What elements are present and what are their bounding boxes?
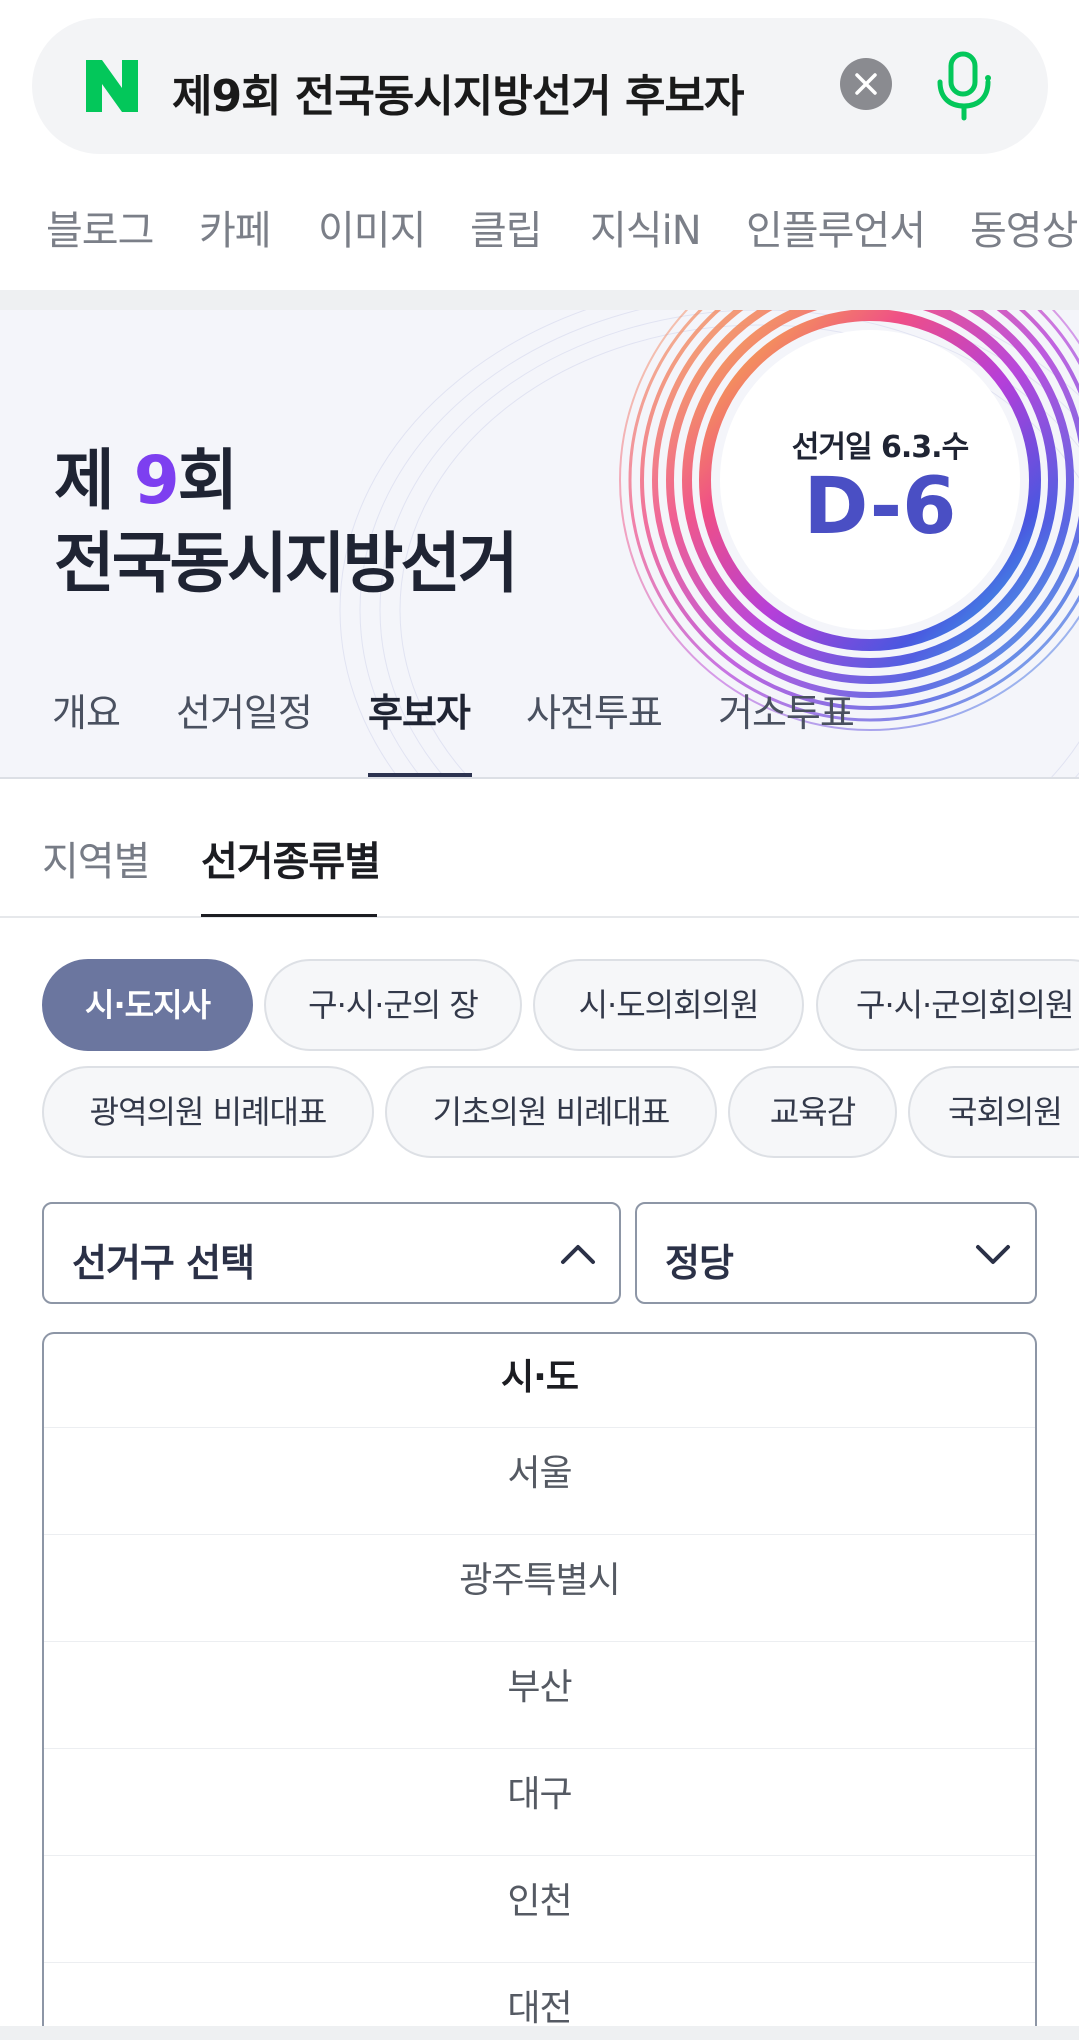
chip-superintendent[interactable]: 교육감 <box>728 1066 897 1158</box>
banner-title-suffix: 회 <box>177 442 239 519</box>
tab-candidates[interactable]: 후보자 <box>368 682 471 737</box>
dropdown-option-seoul[interactable]: 서울 <box>44 1428 1035 1535</box>
microphone-icon[interactable] <box>932 48 996 124</box>
tab-blog[interactable]: 블로그 <box>46 198 154 256</box>
dropdown-option-gwangju[interactable]: 광주특별시 <box>44 1535 1035 1642</box>
banner-divider <box>0 777 1079 779</box>
chip-provincial-council[interactable]: 시·도의회의원 <box>533 959 804 1051</box>
tab-video[interactable]: 동영상 <box>970 198 1078 256</box>
banner-title-line1: 제 9회 <box>54 427 239 523</box>
naver-logo-icon[interactable] <box>84 58 140 114</box>
chip-governor[interactable]: 시·도지사 <box>42 959 253 1051</box>
search-query[interactable]: 제9회 전국동시지방선거 후보자 <box>172 60 744 124</box>
dropdown-option-busan[interactable]: 부산 <box>44 1642 1035 1749</box>
chevron-up-icon <box>561 1245 595 1264</box>
subtab-by-region[interactable]: 지역별 <box>42 829 150 887</box>
banner-tabs: 개요 선거일정 후보자 사전투표 거소투표 <box>0 650 1079 777</box>
bottom-edge <box>0 2026 1079 2040</box>
category-tabs: 블로그 카페 이미지 클립 지식iN 인플루언서 동영상 <box>0 198 1079 258</box>
subtab-by-election-type[interactable]: 선거종류별 <box>201 829 381 887</box>
close-icon <box>855 73 877 95</box>
election-day-label: 선거일 6.3.수 <box>791 430 969 465</box>
active-subtab-indicator <box>201 914 377 917</box>
tab-influencer[interactable]: 인플루언서 <box>746 198 926 256</box>
tab-clip[interactable]: 클립 <box>470 198 543 256</box>
subtab-divider <box>0 916 1079 918</box>
district-select[interactable]: 선거구 선택 <box>42 1202 621 1304</box>
chip-local-proportional[interactable]: 기초의원 비례대표 <box>385 1066 717 1158</box>
party-select[interactable]: 정당 <box>635 1202 1037 1304</box>
dropdown-option-daegu[interactable]: 대구 <box>44 1749 1035 1856</box>
tab-overview[interactable]: 개요 <box>52 682 121 737</box>
dday-counter: D-6 <box>803 462 957 552</box>
dropdown-option-incheon[interactable]: 인천 <box>44 1856 1035 1963</box>
dropdown-header: 시·도 <box>44 1334 1035 1428</box>
party-select-label: 정당 <box>665 1241 734 1285</box>
chip-provincial-proportional[interactable]: 광역의원 비례대표 <box>42 1066 374 1158</box>
search-bar[interactable]: 제9회 전국동시지방선거 후보자 <box>32 18 1048 154</box>
district-select-label: 선거구 선택 <box>72 1241 255 1285</box>
chip-local-council[interactable]: 구·시·군의회의원 <box>816 959 1079 1051</box>
banner-title-line2: 전국동시지방선거 <box>54 525 519 602</box>
banner-title-number: 9 <box>133 442 180 519</box>
clear-search-button[interactable] <box>840 58 892 110</box>
tab-cafe[interactable]: 카페 <box>199 198 272 256</box>
tab-image[interactable]: 이미지 <box>318 198 426 256</box>
section-divider <box>0 290 1079 310</box>
banner-title-prefix: 제 <box>54 442 134 519</box>
chip-district-head[interactable]: 구·시·군의 장 <box>264 959 522 1051</box>
tab-schedule[interactable]: 선거일정 <box>176 682 313 737</box>
chip-national-assembly[interactable]: 국회의원 <box>908 1066 1079 1158</box>
chevron-down-icon <box>976 1245 1010 1264</box>
region-dropdown-list: 시·도 서울 광주특별시 부산 대구 인천 대전 <box>42 1332 1037 2040</box>
tab-absentee-voting[interactable]: 거소투표 <box>718 682 855 737</box>
tab-early-voting[interactable]: 사전투표 <box>526 682 663 737</box>
election-banner: 제 9회 전국동시지방선거 선거일 6.3.수 D-6 개요 선거일정 후보자 … <box>0 310 1079 777</box>
tab-knowledge-in[interactable]: 지식iN <box>590 198 702 256</box>
